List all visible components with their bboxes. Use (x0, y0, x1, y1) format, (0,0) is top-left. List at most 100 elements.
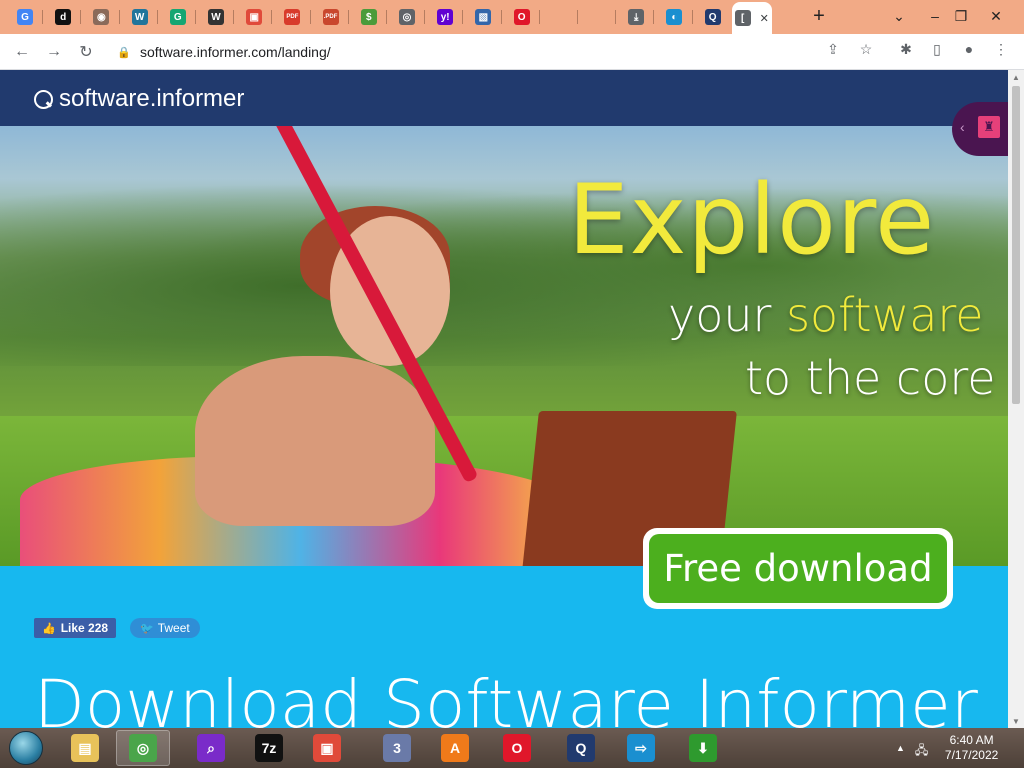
lock-icon: 🔒 (117, 46, 131, 59)
facebook-like-button[interactable]: 👍 Like 228 (34, 618, 117, 638)
restore-button[interactable]: ❐ (946, 4, 976, 28)
browser-tab[interactable]: $ (350, 4, 388, 30)
browser-tab[interactable]: y! (426, 4, 464, 30)
downloader-icon: ⬇ (689, 734, 717, 762)
taskbar-app-button[interactable]: ▣ (300, 730, 354, 766)
hero-subline-2: to the core (745, 351, 996, 405)
logo-text: software.informer (59, 85, 245, 112)
extensions-button[interactable]: ✱ (897, 40, 915, 58)
taskbar-app-button[interactable]: Q (554, 730, 608, 766)
forward-arrow-icon: → (46, 43, 62, 60)
address-bar[interactable]: 🔒 software.informer.com/landing/ (108, 38, 886, 66)
browser-toolbar: ← → ↻ 🔒 software.informer.com/landing/ ⇪… (0, 34, 1024, 70)
vertical-scrollbar[interactable]: ▲ ▼ (1008, 70, 1024, 728)
new-tab-button[interactable]: + (804, 4, 834, 28)
opera-icon: O (503, 734, 531, 762)
site-logo[interactable]: software.informer (34, 85, 244, 113)
explorer-icon: ▤ (71, 734, 99, 762)
tab-separator (577, 10, 578, 24)
pdf-icon: PDF (284, 9, 301, 25)
clock-time: 6:40 AM (949, 733, 994, 747)
reload-button[interactable]: ↻ (74, 40, 98, 64)
avatar-icon: ● (964, 41, 974, 57)
browser-tab[interactable]: G (159, 4, 197, 30)
cloud-icon: ◐ (666, 9, 683, 25)
avast-icon: A (441, 734, 469, 762)
tab-separator (42, 10, 44, 24)
yahoo-icon: y! (437, 9, 454, 25)
taskbar-app-button[interactable]: O (490, 730, 544, 766)
url-text[interactable]: software.informer.com/landing/ (140, 44, 331, 60)
tab-separator (691, 10, 693, 24)
thumbs-up-icon: 👍 (42, 622, 56, 635)
browser-tab[interactable]: ⤓ (617, 4, 655, 30)
browser-tab[interactable] (579, 4, 617, 30)
tab-separator (386, 10, 387, 24)
share-button[interactable]: ⇪ (824, 40, 842, 58)
star-icon: ☆ (859, 40, 873, 57)
hero-subline-1: your software (668, 288, 984, 342)
browser-tab[interactable]: ◉ (82, 4, 120, 30)
scroll-down-icon[interactable]: ▼ (1008, 714, 1024, 728)
side-widget-tab[interactable]: ‹ ♜ (952, 102, 1008, 156)
close-tab-icon[interactable]: ✕ (760, 12, 769, 25)
menu-button[interactable]: ⋮ (992, 40, 1010, 58)
scroll-up-icon[interactable]: ▲ (1008, 70, 1024, 84)
taskbar-app-button[interactable]: 7z (242, 730, 296, 766)
browser-tab[interactable]: W (121, 4, 159, 30)
bookmark-button[interactable]: ☆ (857, 40, 875, 58)
profile-button[interactable]: ● (960, 40, 978, 58)
software-informer-icon: Q (704, 9, 721, 25)
show-hidden-icons-icon[interactable]: ▲ (896, 743, 905, 753)
side-panel-icon: ▯ (933, 40, 941, 57)
plus-icon: + (813, 4, 825, 27)
taskbar-app-button[interactable]: ⇨ (614, 730, 668, 766)
scrollbar-thumb[interactable] (1012, 86, 1020, 404)
browser-tab[interactable]: d (44, 4, 82, 30)
taskbar-app-button[interactable]: ⬇ (676, 730, 730, 766)
image-icon: ▧ (475, 9, 492, 25)
network-icon[interactable]: 🖧 (915, 741, 931, 757)
browser-tab[interactable] (541, 4, 579, 30)
windows-orb-icon (9, 731, 43, 765)
browser-tab[interactable]: Q (694, 4, 732, 30)
taskbar-app-button[interactable]: 3 (370, 730, 424, 766)
browser-tab[interactable]: O (503, 4, 541, 30)
calendar-app-icon: 3 (383, 734, 411, 762)
side-panel-button[interactable]: ▯ (928, 40, 946, 58)
browser-tab[interactable]: .PDF (312, 4, 350, 30)
browser-tab[interactable]: ▣ (235, 4, 273, 30)
close-window-button[interactable]: ✕ (976, 4, 1016, 28)
free-download-button[interactable]: Free download (643, 528, 953, 609)
wikipedia-icon: W (208, 9, 224, 25)
download-icon: ⤓ (628, 9, 645, 25)
tab-separator (615, 10, 617, 24)
pinned-app-icon: d (55, 9, 72, 25)
browser-tab[interactable]: W (197, 4, 235, 30)
browser-tab-active[interactable]: [✕ (731, 2, 772, 34)
start-button[interactable] (6, 730, 46, 766)
close-icon: ✕ (990, 7, 1002, 24)
clock[interactable]: 6:40 AM 7/17/2022 (945, 733, 998, 763)
restore-icon: ❐ (954, 7, 968, 24)
taskbar-app-button[interactable]: A (428, 730, 482, 766)
hero-subline-highlight: software (786, 288, 984, 342)
browser-tab[interactable]: PDF (273, 4, 311, 30)
taskbar-app-button[interactable]: ◎ (116, 730, 170, 766)
tab-search-button[interactable]: ⌄ (884, 4, 914, 28)
tweet-button[interactable]: 🐦 Tweet (130, 618, 200, 638)
hero-woman-body (195, 356, 435, 526)
photo-app-icon: ▣ (313, 734, 341, 762)
taskbar-app-button[interactable]: ▤ (58, 730, 112, 766)
back-button[interactable]: ← (10, 40, 34, 64)
browser-tab[interactable]: G (6, 4, 44, 30)
taskbar-app-button[interactable]: ⌕ (184, 730, 238, 766)
browser-tab[interactable]: ◐ (655, 4, 693, 30)
browser-tab[interactable]: ▧ (464, 4, 502, 30)
windows-taskbar: ▤ ◎ ⌕ 7z ▣ 3 A O Q ⇨ ⬇ ▲ 🖧 6:40 AM 7/17/2022 (0, 728, 1024, 768)
hero-subline-plain: your (668, 288, 787, 342)
globe-icon: ◉ (93, 9, 110, 25)
browser-tab[interactable]: ◎ (388, 4, 426, 30)
pdf-converter-icon: .PDF (322, 9, 339, 25)
forward-button[interactable]: → (42, 40, 66, 64)
